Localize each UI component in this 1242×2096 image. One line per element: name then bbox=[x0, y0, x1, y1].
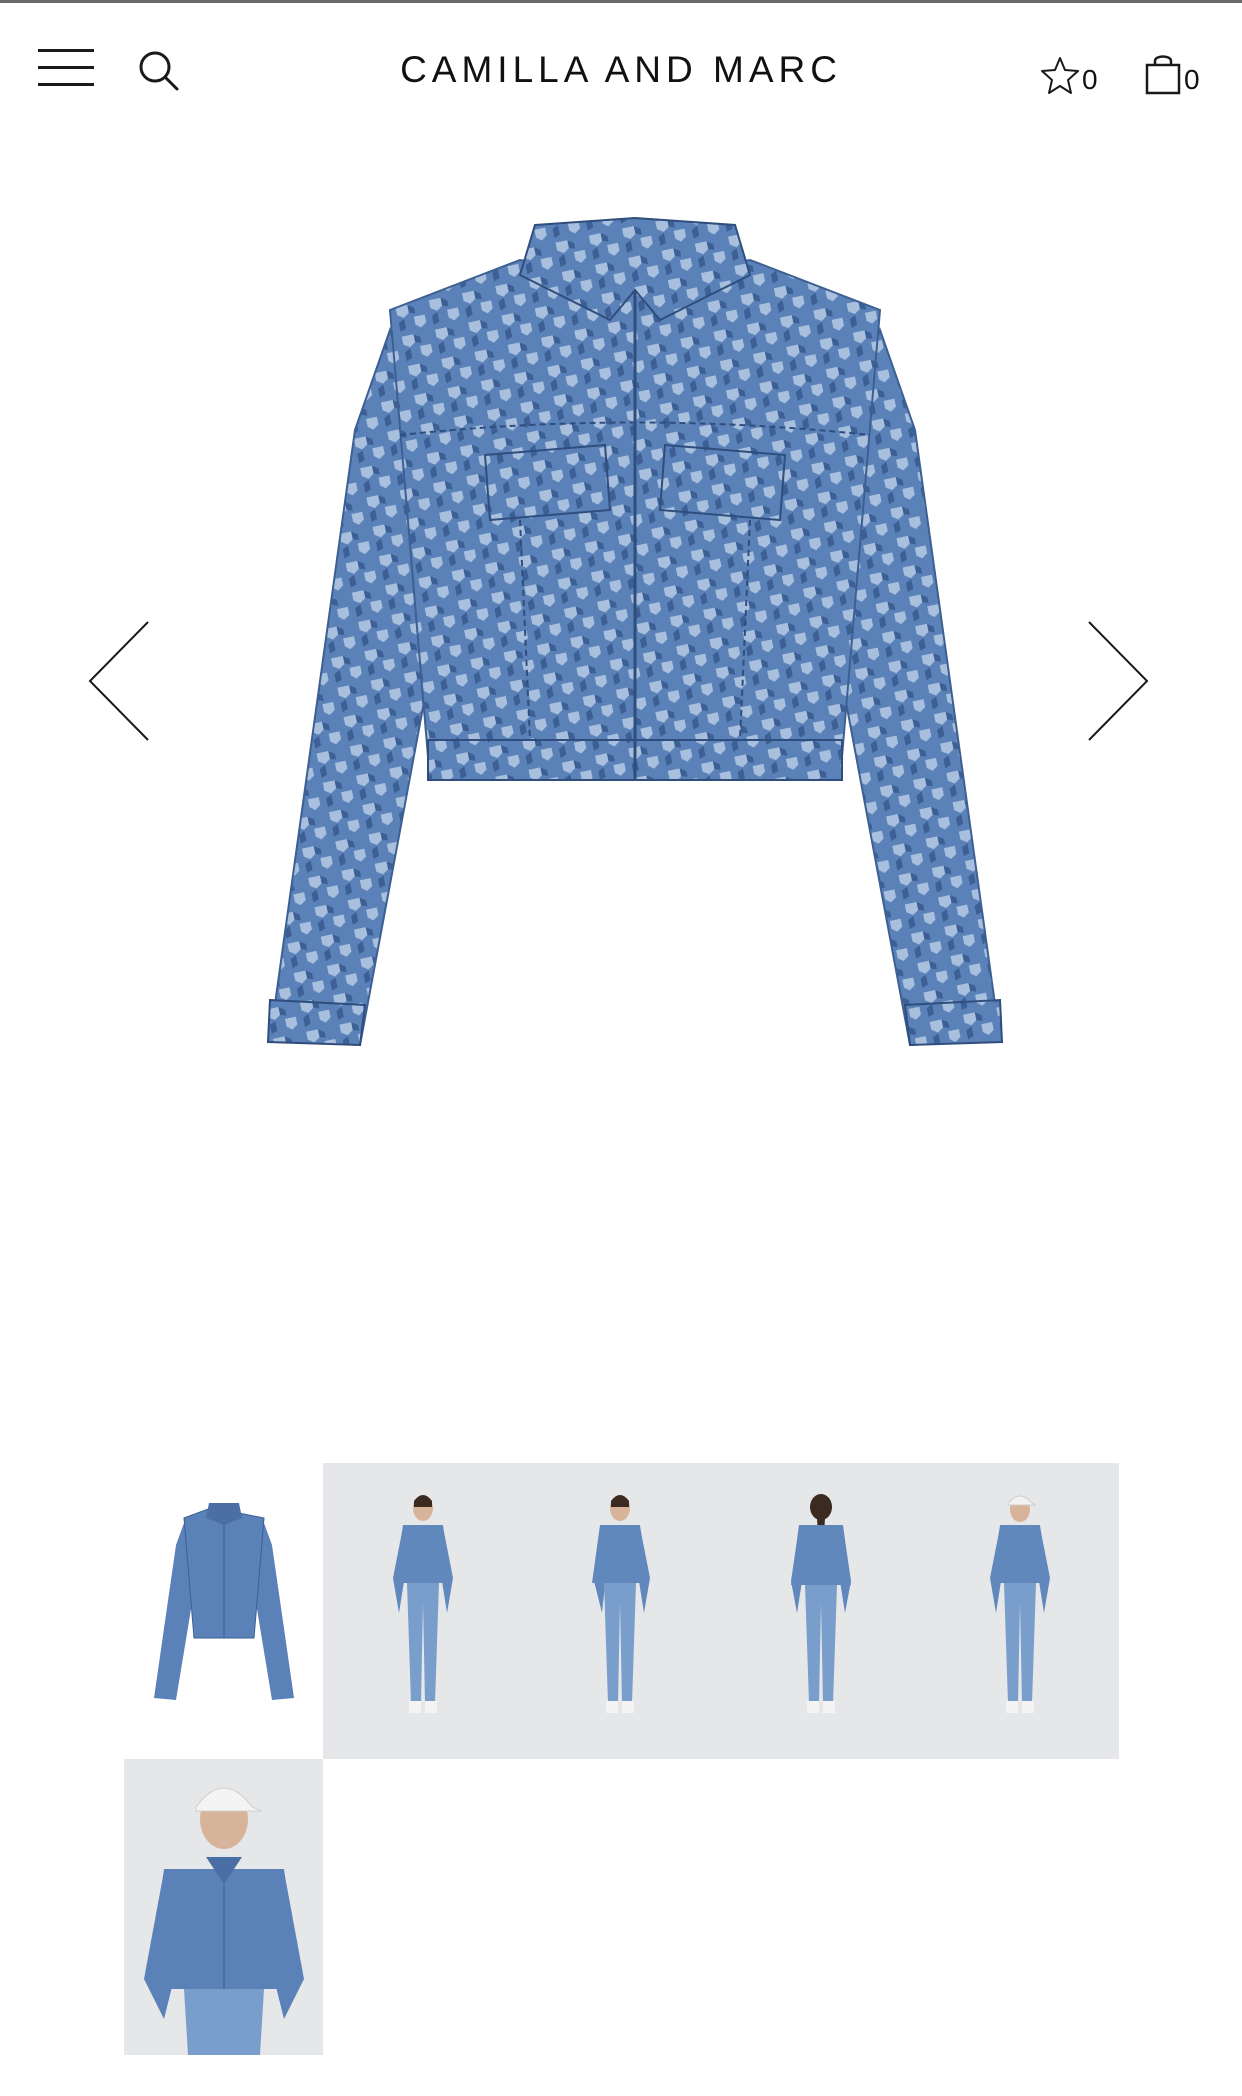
brand-logo[interactable]: CAMILLA AND MARC bbox=[300, 49, 942, 91]
menu-icon[interactable] bbox=[38, 47, 94, 89]
thumbnail-model-closeup[interactable] bbox=[124, 1759, 323, 2055]
site-header: CAMILLA AND MARC 0 0 bbox=[0, 3, 1242, 133]
product-main-image[interactable] bbox=[160, 200, 1110, 1190]
thumbnail-model-front[interactable] bbox=[323, 1463, 522, 1759]
wishlist-button[interactable]: 0 bbox=[1040, 47, 1098, 95]
bag-count: 0 bbox=[1184, 64, 1200, 95]
chevron-left-icon[interactable] bbox=[86, 618, 152, 744]
search-icon[interactable] bbox=[137, 49, 181, 93]
wishlist-count: 0 bbox=[1082, 64, 1098, 95]
shopping-bag-button[interactable]: 0 bbox=[1144, 47, 1200, 95]
chevron-right-icon[interactable] bbox=[1085, 618, 1151, 744]
thumbnail-model-back[interactable] bbox=[721, 1463, 920, 1759]
thumbnail-jacket-flat[interactable] bbox=[124, 1463, 323, 1759]
star-icon bbox=[1041, 57, 1079, 94]
thumbnail-model-front-cap[interactable] bbox=[920, 1463, 1119, 1759]
shopping-bag-icon bbox=[1145, 55, 1181, 95]
thumbnail-model-front-alt[interactable] bbox=[522, 1463, 721, 1759]
